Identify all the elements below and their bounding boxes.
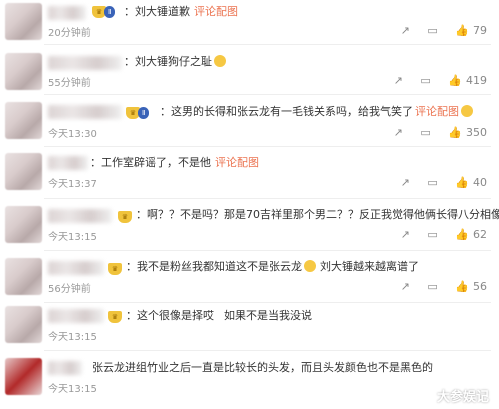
timestamp: 今天13:15 bbox=[48, 332, 97, 343]
comment-row: ♛ ：啊？？不是吗？那是70吉祥里那个男二？？反正我觉得他俩长得八分相像 今天1… bbox=[0, 202, 499, 252]
timestamp: 56分钟前 bbox=[48, 284, 91, 295]
comment-actions: ↗ ▭ 👍 350 bbox=[380, 126, 487, 139]
comment-icon[interactable]: ▭ bbox=[427, 280, 437, 293]
avatar[interactable] bbox=[5, 3, 42, 40]
comment-icon[interactable]: ▭ bbox=[427, 24, 437, 37]
username[interactable] bbox=[48, 156, 88, 170]
comment-text: ：啊？？不是吗？那是70吉祥里那个男二？？反正我觉得他俩长得八分相像 bbox=[136, 208, 499, 221]
comment-text: ：我不是粉丝我都知道这不是张云龙 刘大锤越来越离谱了 bbox=[126, 260, 419, 273]
like-count: 56 bbox=[473, 280, 487, 293]
username[interactable] bbox=[48, 105, 122, 119]
comment-actions: ↗ ▭ 👍 62 bbox=[387, 228, 487, 241]
reply-icon[interactable]: ↗ bbox=[394, 126, 403, 139]
timestamp: 今天13:15 bbox=[48, 384, 97, 395]
comment-row: ♛ ：我不是粉丝我都知道这不是张云龙 刘大锤越来越离谱了 56分钟前 ↗ ▭ 👍 5… bbox=[0, 254, 499, 304]
timestamp: 今天13:30 bbox=[48, 129, 97, 140]
emoji-icon bbox=[214, 55, 226, 67]
avatar[interactable] bbox=[5, 358, 42, 395]
comment-icon[interactable]: ▭ bbox=[427, 228, 437, 241]
level-badge-icon: Ⅱ bbox=[138, 107, 150, 119]
comment-image-link[interactable]: 评论配图 bbox=[194, 5, 238, 18]
comment-icon[interactable]: ▭ bbox=[420, 126, 430, 139]
comment-row: ♛ ：这个很像是择哎 如果不是当我没说 今天13:15 bbox=[0, 304, 499, 354]
avatar[interactable] bbox=[5, 53, 42, 90]
divider bbox=[44, 198, 491, 199]
thumbs-up-icon[interactable]: 👍 bbox=[448, 74, 462, 87]
comment-text: ：工作室辟谣了，不是他 评论配图 bbox=[90, 156, 259, 169]
username[interactable] bbox=[48, 361, 82, 375]
level-badge-icon: Ⅱ bbox=[104, 6, 116, 18]
reply-icon[interactable]: ↗ bbox=[401, 280, 410, 293]
avatar[interactable] bbox=[5, 258, 42, 295]
emoji-icon bbox=[304, 260, 316, 272]
thumbs-up-icon[interactable]: 👍 bbox=[448, 126, 462, 139]
reply-icon[interactable]: ↗ bbox=[394, 74, 403, 87]
comment-actions: ↗ ▭ 👍 56 bbox=[387, 280, 487, 293]
username[interactable] bbox=[48, 309, 104, 323]
thumbs-up-icon[interactable]: 👍 bbox=[455, 176, 469, 189]
avatar[interactable] bbox=[5, 206, 42, 243]
comment-actions: ↗ ▭ 👍 40 bbox=[387, 176, 487, 189]
divider bbox=[44, 94, 491, 95]
timestamp: 55分钟前 bbox=[48, 78, 91, 89]
username[interactable] bbox=[48, 209, 112, 223]
like-count: 419 bbox=[466, 74, 487, 87]
like-count: 62 bbox=[473, 228, 487, 241]
username[interactable] bbox=[48, 6, 86, 20]
comment-row: ：刘大锤狗仔之耻 55分钟前 ↗ ▭ 👍 419 bbox=[0, 48, 499, 98]
thumbs-up-icon[interactable]: 👍 bbox=[455, 280, 469, 293]
comment-row: ：工作室辟谣了，不是他 评论配图 今天13:37 ↗ ▭ 👍 40 bbox=[0, 150, 499, 200]
like-count: 79 bbox=[473, 24, 487, 37]
comment-image-link[interactable]: 评论配图 bbox=[415, 105, 459, 118]
timestamp: 20分钟前 bbox=[48, 28, 91, 39]
like-count: 350 bbox=[466, 126, 487, 139]
divider bbox=[44, 44, 491, 45]
comment-text: ：这男的长得和张云龙有一毛钱关系吗，给我气笑了 评论配图 bbox=[160, 105, 473, 119]
avatar[interactable] bbox=[5, 153, 42, 190]
comment-icon[interactable]: ▭ bbox=[420, 74, 430, 87]
username[interactable] bbox=[48, 56, 122, 70]
vip-badge-icon: ♛ bbox=[108, 311, 122, 323]
avatar[interactable] bbox=[5, 102, 42, 139]
like-count: 40 bbox=[473, 176, 487, 189]
comment-text: 张云龙进组竹业之后一直是比较长的头发，而且头发颜色也不是黑色的 bbox=[92, 361, 433, 374]
comment-image-link[interactable]: 评论配图 bbox=[215, 156, 259, 169]
vip-badge-icon: ♛ bbox=[108, 263, 122, 275]
username[interactable] bbox=[48, 261, 104, 275]
divider bbox=[44, 250, 491, 251]
comment-text: ：这个很像是择哎 如果不是当我没说 bbox=[126, 309, 312, 322]
comment-row: 张云龙进组竹业之后一直是比较长的头发，而且头发颜色也不是黑色的 今天13:15 bbox=[0, 352, 499, 409]
emoji-icon bbox=[461, 105, 473, 117]
thumbs-up-icon[interactable]: 👍 bbox=[455, 24, 469, 37]
comment-row: ♛ Ⅱ ：刘大锤道歉 评论配图 20分钟前 ↗ ▭ 👍 79 bbox=[0, 0, 499, 50]
reply-icon[interactable]: ↗ bbox=[401, 24, 410, 37]
timestamp: 今天13:15 bbox=[48, 232, 97, 243]
thumbs-up-icon[interactable]: 👍 bbox=[455, 228, 469, 241]
reply-icon[interactable]: ↗ bbox=[401, 176, 410, 189]
comment-text: ：刘大锤狗仔之耻 bbox=[124, 55, 226, 69]
comment-row: ♛ Ⅱ ：这男的长得和张云龙有一毛钱关系吗，给我气笑了 评论配图 今天13:30 … bbox=[0, 98, 499, 148]
avatar[interactable] bbox=[5, 306, 42, 343]
divider bbox=[44, 146, 491, 147]
comment-text: ：刘大锤道歉 评论配图 bbox=[124, 5, 238, 18]
timestamp: 今天13:37 bbox=[48, 179, 97, 190]
divider bbox=[44, 350, 491, 351]
divider bbox=[44, 302, 491, 303]
vip-badge-icon: ♛ bbox=[118, 211, 132, 223]
reply-icon[interactable]: ↗ bbox=[401, 228, 410, 241]
comment-actions: ↗ ▭ 👍 79 bbox=[387, 24, 487, 37]
comment-icon[interactable]: ▭ bbox=[427, 176, 437, 189]
watermark: 大参娱记 bbox=[436, 390, 489, 405]
comment-actions: ↗ ▭ 👍 419 bbox=[380, 74, 487, 87]
